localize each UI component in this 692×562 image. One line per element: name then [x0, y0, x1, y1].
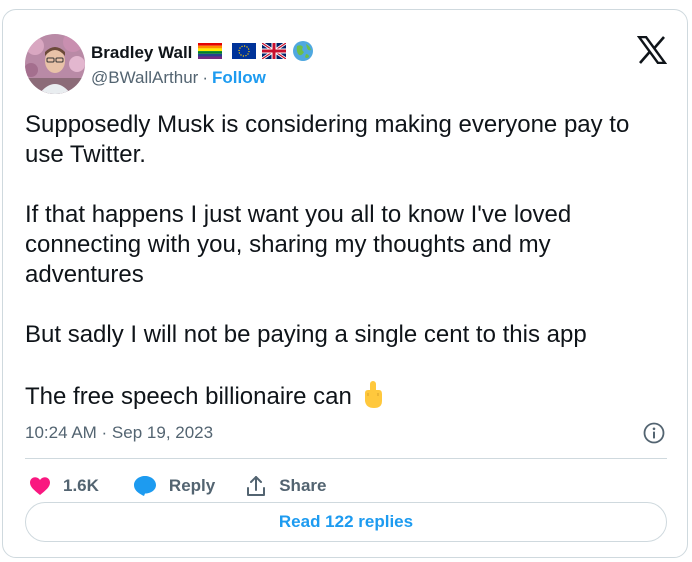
tweet-timestamp[interactable]: 10:24 AM · Sep 19, 2023: [25, 423, 213, 443]
tweet-card: Bradley Wall @BWallArthur · Follow Suppo…: [2, 9, 688, 558]
share-label: Share: [279, 476, 327, 495]
rainbow-flag-icon: [198, 42, 223, 64]
like-button[interactable]: 1.6K: [29, 476, 99, 496]
reply-label: Reply: [168, 476, 216, 495]
tweet-paragraph: The free speech billionaire can: [25, 383, 352, 410]
tweet-paragraph-last: The free speech billionaire can: [25, 380, 665, 418]
tweet-text: Supposedly Musk is considering making ev…: [25, 110, 665, 418]
reply-button[interactable]: Reply: [133, 475, 215, 497]
read-replies-button[interactable]: Read 122 replies: [25, 502, 667, 542]
heart-icon: [30, 477, 50, 495]
tweet-paragraph: If that happens I just want you all to k…: [25, 201, 572, 288]
info-icon[interactable]: [643, 422, 665, 444]
x-logo-icon[interactable]: [637, 36, 667, 64]
author-handle-row: @BWallArthur · Follow: [91, 68, 266, 88]
tweet-paragraph: Supposedly Musk is considering making ev…: [25, 111, 630, 168]
eu-flag-icon: [232, 42, 257, 64]
follow-button[interactable]: Follow: [212, 68, 266, 88]
avatar-image: [25, 34, 85, 94]
author-display-name[interactable]: Bradley Wall: [91, 43, 192, 63]
share-button[interactable]: Share: [245, 475, 326, 497]
reply-bubble-icon: [133, 476, 156, 496]
uk-flag-icon: [261, 41, 288, 64]
avatar[interactable]: [25, 34, 85, 94]
globe-icon: [292, 40, 314, 67]
like-count: 1.6K: [63, 476, 99, 495]
tweet-actions: 1.6K Reply Share: [29, 472, 326, 500]
handle-separator: ·: [202, 68, 208, 87]
tweet-paragraph: But sadly I will not be paying a single …: [25, 321, 587, 348]
author-name-row: Bradley Wall: [91, 40, 314, 67]
middle-finger-emoji-icon: [360, 380, 386, 418]
divider: [25, 458, 667, 459]
read-replies-label: Read 122 replies: [278, 512, 414, 531]
author-handle[interactable]: @BWallArthur: [91, 68, 198, 88]
share-icon: [247, 476, 266, 496]
